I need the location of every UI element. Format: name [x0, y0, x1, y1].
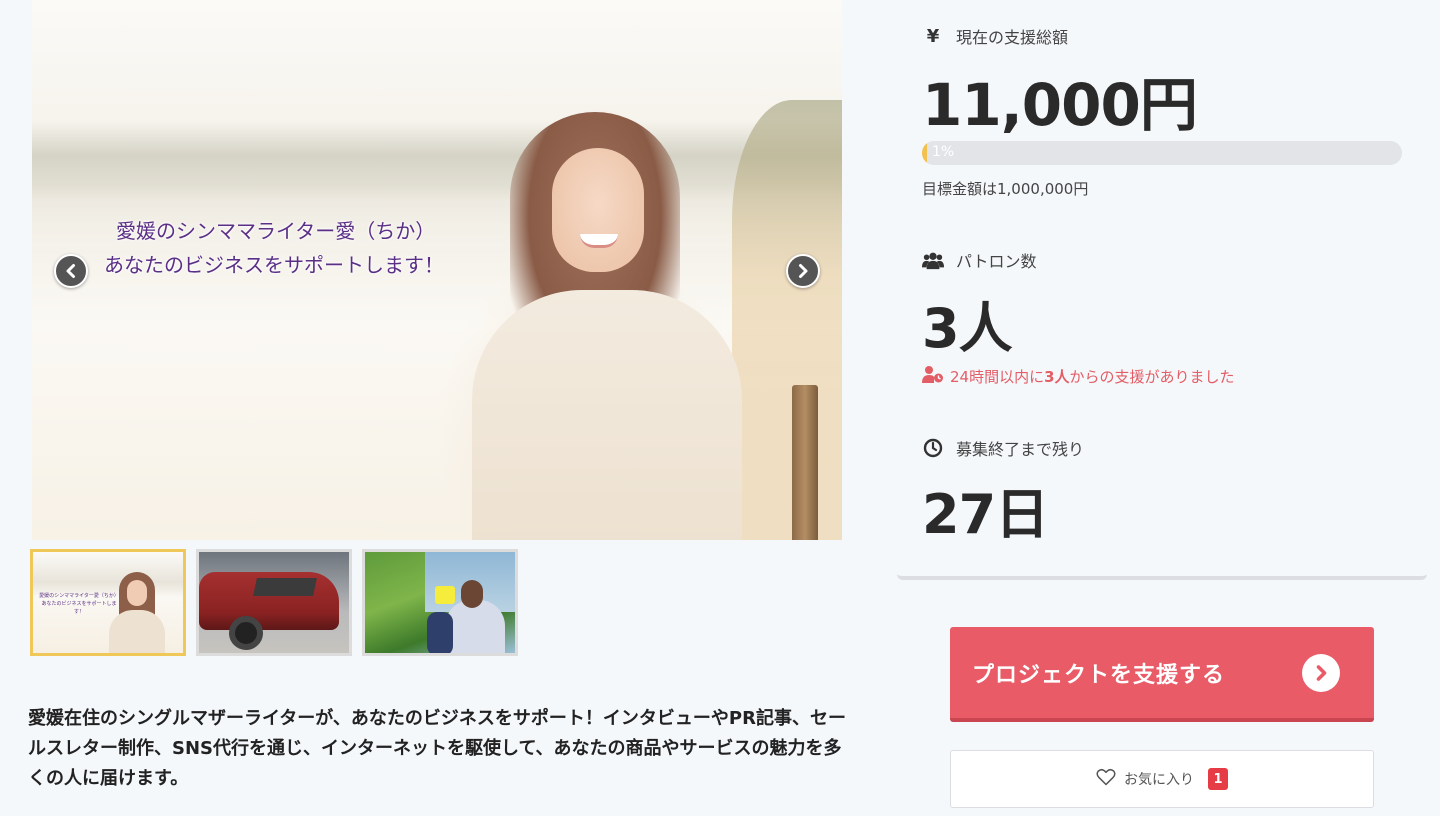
- thumbnail-face: [127, 580, 147, 606]
- recent-prefix: 24時間以内に: [950, 367, 1045, 386]
- hero-background-rocks: [732, 100, 842, 540]
- hero-caption-line2: あなたのビジネスをサポートします！: [104, 253, 444, 277]
- hero-person-body: [472, 290, 742, 540]
- hero-slider: 愛媛のシンママライター愛（ちか） あなたのビジネスをサポートします！: [32, 0, 842, 540]
- patrons-label-text: パトロン数: [956, 252, 1037, 271]
- recent-suffix: からの支援がありました: [1069, 367, 1235, 386]
- thumbnail-strip: 愛媛のシンママライター愛（ちか） あなたのビジネスをサポートします！: [30, 549, 518, 656]
- hero-wooden-post: [792, 385, 818, 540]
- thumbnail-car-grill: [253, 578, 317, 596]
- hero-caption: 愛媛のシンママライター愛（ちか） あなたのビジネスをサポートします！: [90, 214, 510, 282]
- funding-progress-bar: 1%: [922, 141, 1402, 165]
- thumbnail-mother-head: [461, 580, 483, 608]
- yen-icon: ¥: [926, 25, 940, 47]
- thumbnail-car-wheel: [229, 616, 263, 650]
- chevron-right-icon: [799, 264, 808, 278]
- chevron-left-icon: [66, 264, 75, 278]
- remaining-label-text: 募集終了まで残り: [956, 440, 1085, 459]
- support-project-button[interactable]: プロジェクトを支援する: [950, 627, 1374, 722]
- thumbnail-child: [427, 612, 453, 653]
- favorite-button-label: お気に入り: [1124, 772, 1194, 788]
- goal-amount: 目標金額は1,000,000円: [922, 180, 1089, 198]
- favorite-button[interactable]: お気に入り 1: [950, 750, 1374, 808]
- funding-progress-percent: 1%: [932, 144, 955, 160]
- favorite-count-badge: 1: [1208, 768, 1228, 790]
- total-label-text: 現在の支援総額: [956, 28, 1069, 47]
- thumbnail-damaged-car[interactable]: [196, 549, 352, 656]
- thumbnail-mother-dress: [445, 600, 505, 653]
- hero-background-lake: [32, 120, 842, 200]
- thumbnail-portrait[interactable]: 愛媛のシンママライター愛（ちか） あなたのビジネスをサポートします！: [30, 549, 186, 656]
- clock-icon: [922, 438, 944, 458]
- patrons-label: パトロン数: [922, 248, 1036, 272]
- thumbnail-caption: 愛媛のシンママライター愛（ちか） あなたのビジネスをサポートします！: [39, 593, 119, 615]
- chevron-right-circle-icon: [1302, 653, 1340, 692]
- user-clock-icon: [922, 365, 944, 387]
- hero-caption-line1: 愛媛のシンママライター愛（ちか）: [116, 219, 436, 243]
- slider-next-button[interactable]: [786, 254, 820, 288]
- users-icon: [922, 250, 944, 270]
- project-description: 愛媛在住のシングルマザーライターが、あなたのビジネスをサポート！インタビューやP…: [28, 708, 846, 789]
- recent-count: 3人: [1044, 367, 1070, 386]
- recent-support-notice: 24時間以内に3人からの支援がありました: [922, 365, 1235, 387]
- total-label: ¥ 現在の支援総額: [922, 24, 1068, 48]
- support-button-label: プロジェクトを支援する: [972, 662, 1226, 688]
- patron-count: 3人: [922, 297, 1013, 360]
- thumbnail-body: [109, 610, 165, 653]
- slider-prev-button[interactable]: [54, 254, 88, 288]
- total-amount: 11,000円: [922, 71, 1198, 139]
- days-remaining: 27日: [922, 483, 1049, 546]
- thumbnail-mother-child[interactable]: [362, 549, 518, 656]
- remaining-label: 募集終了まで残り: [922, 436, 1084, 460]
- hero-person-face: [552, 148, 644, 272]
- heart-outline-icon: [1096, 768, 1116, 790]
- thumbnail-face-blur: [435, 586, 455, 604]
